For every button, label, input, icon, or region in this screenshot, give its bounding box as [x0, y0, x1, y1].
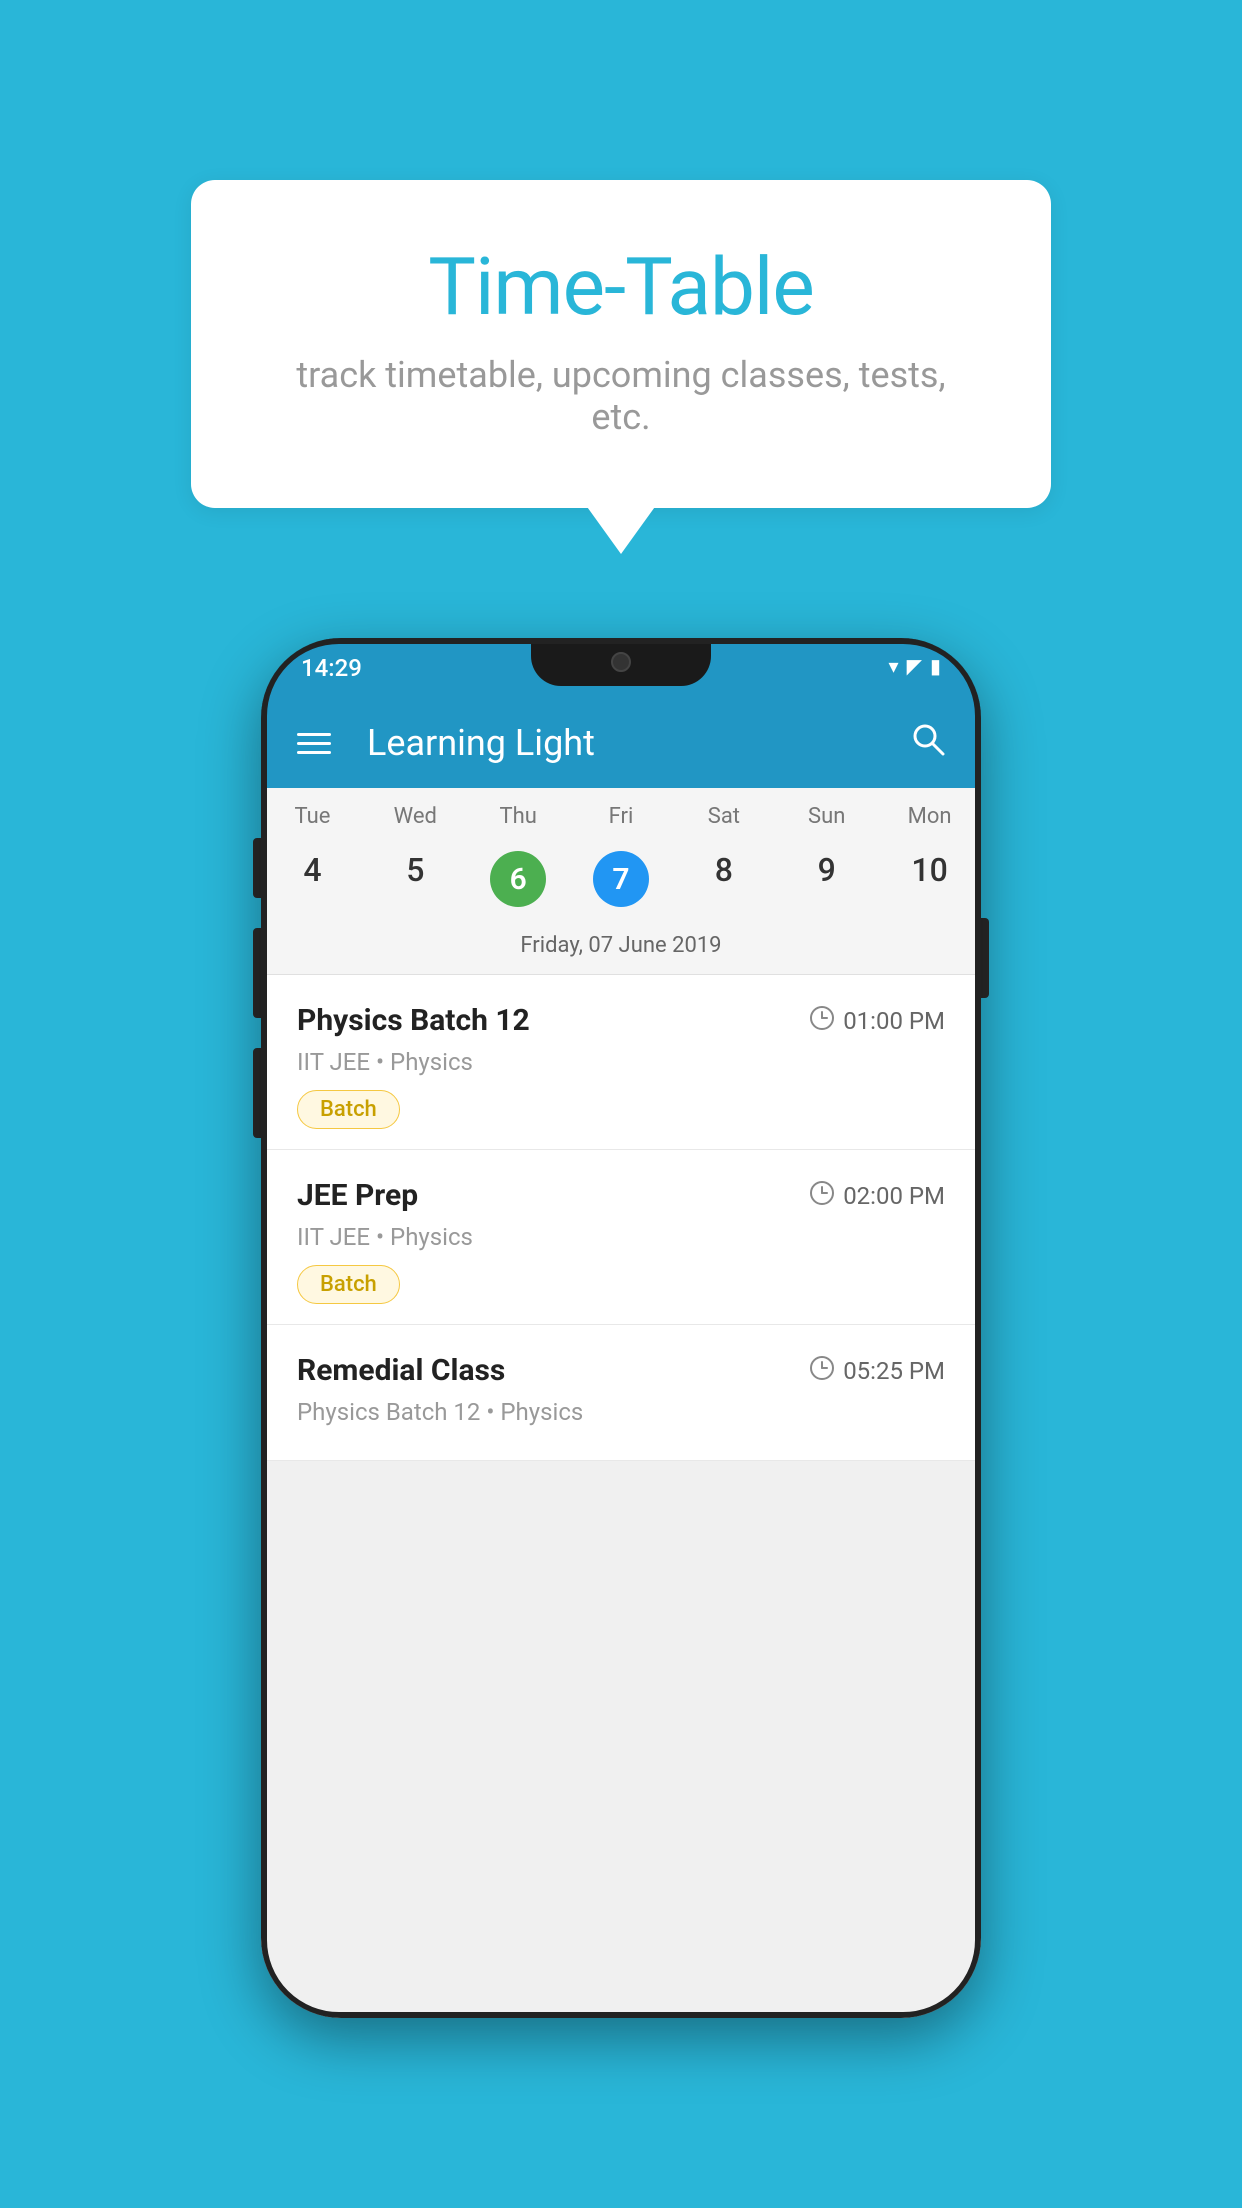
- schedule-title-3: Remedial Class: [297, 1353, 505, 1388]
- app-title: Learning Light: [367, 722, 595, 764]
- menu-icon[interactable]: [297, 733, 331, 754]
- schedule-item-3: Remedial Class 05:25 PM: [261, 1325, 981, 1461]
- day-header-thu: Thu: [467, 804, 570, 837]
- day-headers: Tue Wed Thu Fri Sat Sun Mon: [261, 788, 981, 837]
- search-icon[interactable]: [911, 722, 945, 765]
- mute-button: [253, 838, 261, 898]
- schedule-item-2: JEE Prep 02:00 PM: [261, 1150, 981, 1325]
- day-4[interactable]: 4: [261, 843, 364, 915]
- bubble-subtitle: track timetable, upcoming classes, tests…: [271, 354, 971, 438]
- day-header-fri: Fri: [570, 804, 673, 837]
- schedule-subtitle-3: Physics Batch 12 • Physics: [297, 1398, 945, 1426]
- day-5[interactable]: 5: [364, 843, 467, 915]
- phone-mockup: 14:29 ▾ ◤ ▮ Learning Light: [261, 638, 981, 2018]
- day-10[interactable]: 10: [878, 843, 981, 915]
- day-header-sun: Sun: [775, 804, 878, 837]
- day-header-sat: Sat: [672, 804, 775, 837]
- day-header-mon: Mon: [878, 804, 981, 837]
- battery-icon: ▮: [930, 654, 941, 678]
- wifi-icon: ▾: [889, 654, 899, 678]
- schedule-time-1: 01:00 PM: [809, 1005, 945, 1037]
- schedule-item-header-2: JEE Prep 02:00 PM: [297, 1178, 945, 1213]
- notch: [531, 638, 711, 686]
- signal-icon: ◤: [907, 654, 922, 678]
- clock-icon-3: [809, 1355, 835, 1387]
- day-6[interactable]: 6: [467, 843, 570, 915]
- power-button: [981, 918, 989, 998]
- day-9[interactable]: 9: [775, 843, 878, 915]
- schedule-subtitle-2: IIT JEE • Physics: [297, 1223, 945, 1251]
- day-header-wed: Wed: [364, 804, 467, 837]
- day-numbers: 4 5 6 7 8 9 10: [261, 837, 981, 925]
- calendar-section: Tue Wed Thu Fri Sat Sun Mon 4 5 6 7: [261, 788, 981, 975]
- batch-badge-2: Batch: [297, 1265, 400, 1304]
- phone-frame: 14:29 ▾ ◤ ▮ Learning Light: [261, 638, 981, 2018]
- selected-date: Friday, 07 June 2019: [261, 925, 981, 975]
- batch-badge-1: Batch: [297, 1090, 400, 1129]
- schedule-time-3: 05:25 PM: [809, 1355, 945, 1387]
- clock-icon-2: [809, 1180, 835, 1212]
- status-icons: ▾ ◤ ▮: [889, 654, 941, 678]
- day-header-tue: Tue: [261, 804, 364, 837]
- schedule-item-header-3: Remedial Class 05:25 PM: [297, 1353, 945, 1388]
- screen-content: Tue Wed Thu Fri Sat Sun Mon 4 5 6 7: [261, 788, 981, 2018]
- day-7[interactable]: 7: [570, 843, 673, 915]
- schedule-item-1: Physics Batch 12 01:00 PM: [261, 975, 981, 1150]
- schedule-subtitle-1: IIT JEE • Physics: [297, 1048, 945, 1076]
- status-time: 14:29: [301, 654, 362, 682]
- day-8[interactable]: 8: [672, 843, 775, 915]
- schedule-list: Physics Batch 12 01:00 PM: [261, 975, 981, 1461]
- app-bar: Learning Light: [261, 698, 981, 788]
- bubble-title: Time-Table: [271, 240, 971, 334]
- schedule-time-2: 02:00 PM: [809, 1180, 945, 1212]
- camera: [611, 652, 631, 672]
- clock-icon-1: [809, 1005, 835, 1037]
- volume-down-button: [253, 1048, 261, 1138]
- schedule-title-1: Physics Batch 12: [297, 1003, 530, 1038]
- day-7-circle: 7: [593, 851, 649, 907]
- speech-bubble: Time-Table track timetable, upcoming cla…: [191, 180, 1051, 508]
- schedule-item-header-1: Physics Batch 12 01:00 PM: [297, 1003, 945, 1038]
- schedule-title-2: JEE Prep: [297, 1178, 418, 1213]
- day-6-circle: 6: [490, 851, 546, 907]
- volume-up-button: [253, 928, 261, 1018]
